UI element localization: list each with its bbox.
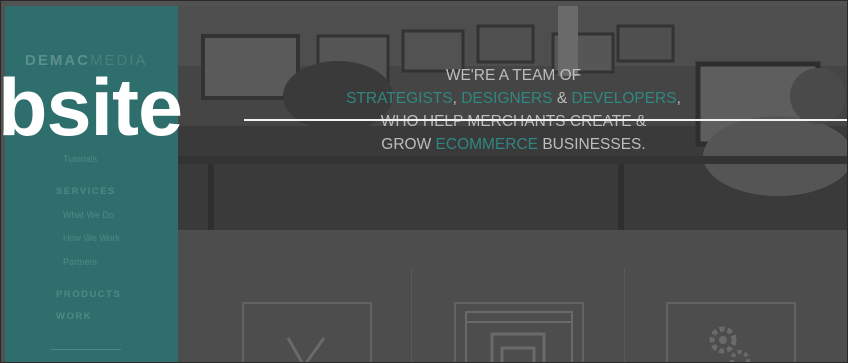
sidebar-item-how-we-work[interactable]: How We Work (63, 233, 120, 243)
sidebar-item-partners[interactable]: Partners (63, 257, 97, 267)
overlay-rule (244, 119, 847, 121)
hero-line-3: WHO HELP MERCHANTS CREATE & (380, 113, 647, 130)
hero-line-2: STRATEGISTS, DESIGNERS & DEVELOPERS, (346, 90, 681, 107)
hero-tagline: WE'RE A TEAM OF STRATEGISTS, DESIGNERS &… (178, 64, 847, 156)
hero-strategists: STRATEGISTS (346, 90, 453, 107)
sidebar: DEMACMEDIA Tutorials SERVICES What We Do… (5, 6, 178, 362)
sidebar-item-what-we-do[interactable]: What We Do (63, 210, 114, 220)
sidebar-divider (51, 349, 121, 350)
feature-card-design[interactable] (454, 302, 584, 362)
feature-card-strategy[interactable] (242, 302, 372, 362)
sidebar-item-services[interactable]: SERVICES (56, 186, 116, 197)
column-divider (411, 268, 412, 362)
hero-ecommerce: ECOMMERCE (435, 136, 539, 153)
sidebar-item-work[interactable]: WORK (56, 311, 92, 322)
feature-card-development[interactable] (666, 302, 796, 362)
gears-icon (709, 326, 750, 362)
check-chart-icon (286, 337, 326, 362)
column-divider (624, 268, 625, 362)
page-frame: WE'RE A TEAM OF STRATEGISTS, DESIGNERS &… (0, 0, 848, 363)
features-section (178, 230, 847, 362)
hero-line-4: GROW ECOMMERCE BUSINESSES. (381, 136, 646, 153)
overlay-title-fragment: bsite (0, 63, 183, 153)
sidebar-item-products[interactable]: PRODUCTS (56, 289, 121, 300)
sidebar-nav: Tutorials SERVICES What We Do How We Wor… (5, 6, 178, 362)
sidebar-item-tutorials[interactable]: Tutorials (63, 154, 97, 164)
hero-developers: DEVELOPERS (571, 90, 677, 107)
hero-line-1: WE'RE A TEAM OF (445, 67, 582, 84)
hero-designers: DESIGNERS (461, 90, 553, 107)
hero-banner: WE'RE A TEAM OF STRATEGISTS, DESIGNERS &… (178, 6, 847, 230)
browser-window-icon (465, 311, 573, 362)
